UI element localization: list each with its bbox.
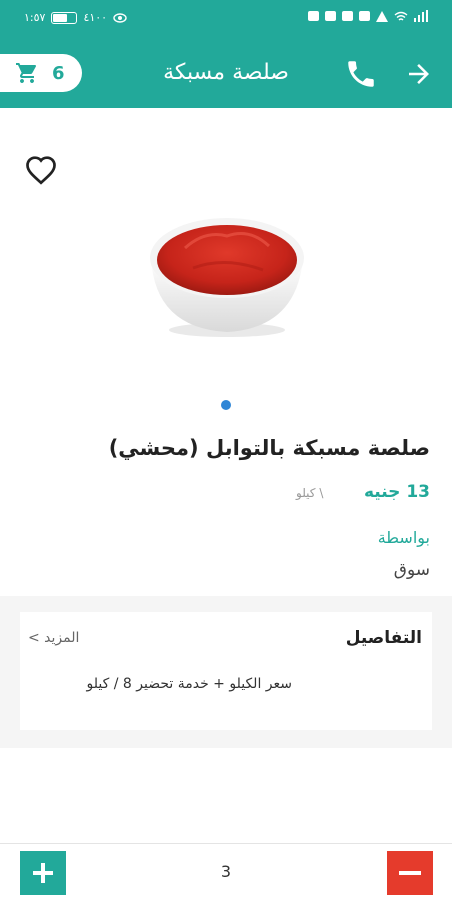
- wifi-icon: [394, 11, 408, 21]
- mail-icon: [325, 11, 336, 21]
- alert-icon: [376, 10, 388, 22]
- page-title: صلصة مسبكة: [163, 60, 289, 85]
- speed-readout: ٤١٠٠: [83, 11, 108, 24]
- signal-icon: [414, 10, 428, 22]
- youtube-icon: [308, 11, 319, 21]
- battery-icon: [51, 11, 78, 24]
- product-image: [150, 218, 304, 337]
- app-bar: 6 صلصة مسبكة: [0, 38, 452, 108]
- minus-icon: [399, 871, 421, 875]
- details-card: التفاصيل المزيد > سعر الكيلو + خدمة تحضي…: [20, 612, 432, 730]
- product-name: صلصة مسبكة بالتوابل (محشي): [108, 436, 430, 460]
- plus-icon: [33, 863, 53, 883]
- quantity-value: 3: [220, 862, 232, 881]
- details-text: سعر الكيلو + خدمة تحضير 8 / كيلو: [86, 676, 293, 692]
- phone-icon[interactable]: [344, 57, 378, 91]
- details-title: التفاصيل: [345, 628, 422, 648]
- message-icon: [342, 11, 353, 21]
- divider: [0, 843, 452, 844]
- status-right: [308, 10, 428, 22]
- seller-name[interactable]: سوق: [394, 560, 430, 580]
- clock: ١:٥٧: [24, 11, 46, 24]
- seller-label: بواسطة: [377, 528, 430, 547]
- vodafone-icon: [359, 11, 370, 21]
- carousel-indicator[interactable]: [221, 400, 231, 410]
- decrease-quantity-button[interactable]: [387, 851, 433, 895]
- more-link[interactable]: المزيد >: [28, 630, 79, 646]
- status-left: ١:٥٧ ٤١٠٠: [24, 11, 127, 24]
- product-unit: \ كيلو: [296, 486, 324, 500]
- heart-outline-icon[interactable]: [22, 152, 60, 188]
- arrow-right-icon[interactable]: [404, 59, 434, 89]
- increase-quantity-button[interactable]: [20, 851, 66, 895]
- eye-icon: [113, 12, 127, 23]
- product-price: 13 جنيه: [363, 482, 430, 502]
- status-bar: ١:٥٧ ٤١٠٠: [0, 0, 452, 38]
